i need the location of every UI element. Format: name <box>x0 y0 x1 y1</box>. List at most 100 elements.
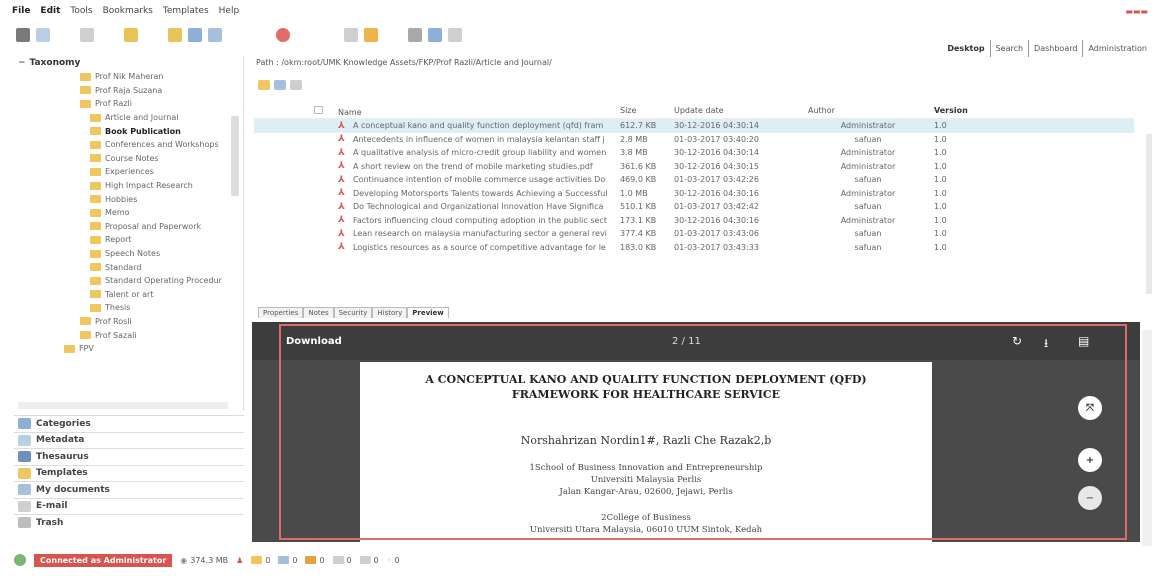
menu-bookmarks[interactable]: Bookmarks <box>103 6 153 16</box>
print-icon[interactable]: ▤ <box>1078 334 1089 348</box>
download-icon[interactable]: ⭳ <box>1044 334 1048 355</box>
tab-desktop[interactable]: Desktop <box>942 40 991 57</box>
file-size: 510.1 KB <box>620 202 657 212</box>
tree-item[interactable]: Prof Sazali <box>14 328 243 342</box>
bookmark-icon[interactable] <box>364 28 378 42</box>
zoom-out-button[interactable]: − <box>1078 486 1102 510</box>
collapse-icon[interactable]: − <box>18 58 26 68</box>
tree-scrollbar[interactable] <box>231 116 239 196</box>
table-row[interactable]: ⅄ A conceptual kano and quality function … <box>254 119 1134 133</box>
tree-item[interactable]: Report <box>14 233 243 247</box>
accordion-metadata[interactable]: Metadata <box>14 431 244 449</box>
taxonomy-header[interactable]: − Taxonomy <box>14 56 243 70</box>
accordion-email[interactable]: E-mail <box>14 497 244 515</box>
save-icon[interactable] <box>208 28 222 42</box>
print-icon[interactable] <box>80 28 94 42</box>
tab-dashboard[interactable]: Dashboard <box>1029 40 1084 57</box>
column-author[interactable]: Author <box>808 106 928 118</box>
preview-scrollbar[interactable] <box>1142 330 1152 546</box>
add-folder-icon[interactable] <box>124 28 138 42</box>
users-icon[interactable] <box>408 28 422 42</box>
tree-item[interactable]: Proposal and Paperwork <box>14 220 243 234</box>
new-document-icon[interactable] <box>36 28 50 42</box>
accordion-trash[interactable]: Trash <box>14 514 244 531</box>
status-count-2[interactable]: 0 <box>278 556 297 565</box>
accordion-my-documents[interactable]: My documents <box>14 481 244 498</box>
tree-item[interactable]: Talent or art <box>14 288 243 302</box>
tree-item[interactable]: Memo <box>14 206 243 220</box>
filter-icon[interactable] <box>290 80 302 90</box>
accordion-templates[interactable]: Templates <box>14 464 244 482</box>
tree-horizontal-scrollbar[interactable] <box>18 402 228 409</box>
menu-templates[interactable]: Templates <box>163 6 209 16</box>
table-row[interactable]: ⅄ A short review on the trend of mobile m… <box>254 160 1134 174</box>
tree-item[interactable]: Speech Notes <box>14 247 243 261</box>
table-scrollbar[interactable] <box>1146 134 1152 294</box>
column-version[interactable]: Version <box>928 106 988 118</box>
menu-tools[interactable]: Tools <box>70 6 92 16</box>
tree-item[interactable]: Experiences <box>14 165 243 179</box>
table-row[interactable]: ⅄ Factors influencing cloud computing ado… <box>254 214 1134 228</box>
table-row[interactable]: ⅄ Developing Motorsports Talents towards … <box>254 187 1134 201</box>
tree-item[interactable]: Hobbies <box>14 192 243 206</box>
folder-tree-icon[interactable] <box>16 28 30 42</box>
fit-page-button[interactable]: ⤧ <box>1078 396 1102 420</box>
tree-item[interactable]: Prof Razli <box>14 97 243 111</box>
select-all-checkbox[interactable] <box>314 106 323 114</box>
tree-item[interactable]: FPV <box>14 342 243 356</box>
tab-properties[interactable]: Properties <box>258 307 304 318</box>
tree-item[interactable]: Thesis <box>14 301 243 315</box>
tree-item[interactable]: Course Notes <box>14 152 243 166</box>
upload-icon[interactable] <box>188 28 202 42</box>
table-row[interactable]: ⅄ Logistics resources as a source of comp… <box>254 241 1134 255</box>
menu-edit[interactable]: Edit <box>40 6 60 16</box>
pdf-affiliation-2: Universiti Malaysia Perlis <box>590 475 702 485</box>
lock-icon[interactable] <box>344 28 358 42</box>
tab-history[interactable]: History <box>372 307 408 318</box>
home-icon[interactable] <box>428 28 442 42</box>
file-author: Administrator <box>840 215 896 225</box>
tree-item[interactable]: Book Publication <box>14 124 243 138</box>
status-count-3[interactable]: 0 <box>305 556 325 565</box>
accordion-thesaurus[interactable]: Thesaurus <box>14 448 244 465</box>
status-count-6[interactable]: ◦ 0 <box>387 556 400 565</box>
tab-administration[interactable]: Administration <box>1083 40 1152 57</box>
table-row[interactable]: ⅄ Continuance intention of mobile commerc… <box>254 173 1134 187</box>
tree-item[interactable]: Prof Raja Suzana <box>14 84 243 98</box>
column-size[interactable]: Size <box>620 106 674 118</box>
download-button[interactable]: Download <box>286 336 342 347</box>
tab-notes[interactable]: Notes <box>303 307 334 318</box>
file-update-date: 30-12-2016 04:30:15 <box>674 161 759 171</box>
zoom-in-button[interactable]: + <box>1078 448 1102 472</box>
open-folder-icon[interactable] <box>168 28 182 42</box>
menu-help[interactable]: Help <box>219 6 240 16</box>
view-icon[interactable] <box>274 80 286 90</box>
accordion-categories[interactable]: Categories <box>14 415 244 432</box>
status-count-1[interactable]: 0 <box>251 556 270 565</box>
tab-preview[interactable]: Preview <box>407 307 449 318</box>
status-count-4[interactable]: 0 <box>332 556 352 565</box>
tab-search[interactable]: Search <box>991 40 1030 57</box>
table-row[interactable]: ⅄ A qualitative analysis of micro-credit … <box>254 146 1134 160</box>
table-row[interactable]: ⅄ Antecedents in influence of women in ma… <box>254 133 1134 147</box>
metadata-icon <box>18 434 31 446</box>
tree-item[interactable]: Standard <box>14 260 243 274</box>
delete-icon[interactable] <box>276 28 290 42</box>
table-row[interactable]: ⅄ Lean research on malaysia manufacturing… <box>254 227 1134 241</box>
tree-item[interactable]: Article and Journal <box>14 111 243 125</box>
tab-security[interactable]: Security <box>333 307 373 318</box>
file-size: 183.0 KB <box>620 242 657 252</box>
tree-item[interactable]: Standard Operating Procedur <box>14 274 243 288</box>
tree-item[interactable]: High Impact Research <box>14 179 243 193</box>
tree-item[interactable]: Prof Nik Maheran <box>14 70 243 84</box>
column-update-date[interactable]: Update date <box>674 106 808 118</box>
column-name[interactable]: Name <box>338 106 620 118</box>
menu-file[interactable]: File <box>12 6 30 16</box>
folder-up-icon[interactable] <box>258 80 270 90</box>
status-count-5[interactable]: 0 <box>359 556 379 565</box>
rotate-icon[interactable]: ↻ <box>1012 334 1022 348</box>
table-row[interactable]: ⅄ Do Technological and Organizational Inn… <box>254 200 1134 214</box>
tree-item[interactable]: Conferences and Workshops <box>14 138 243 152</box>
refresh-icon[interactable] <box>448 28 462 42</box>
tree-item[interactable]: Prof Rosli <box>14 315 243 329</box>
